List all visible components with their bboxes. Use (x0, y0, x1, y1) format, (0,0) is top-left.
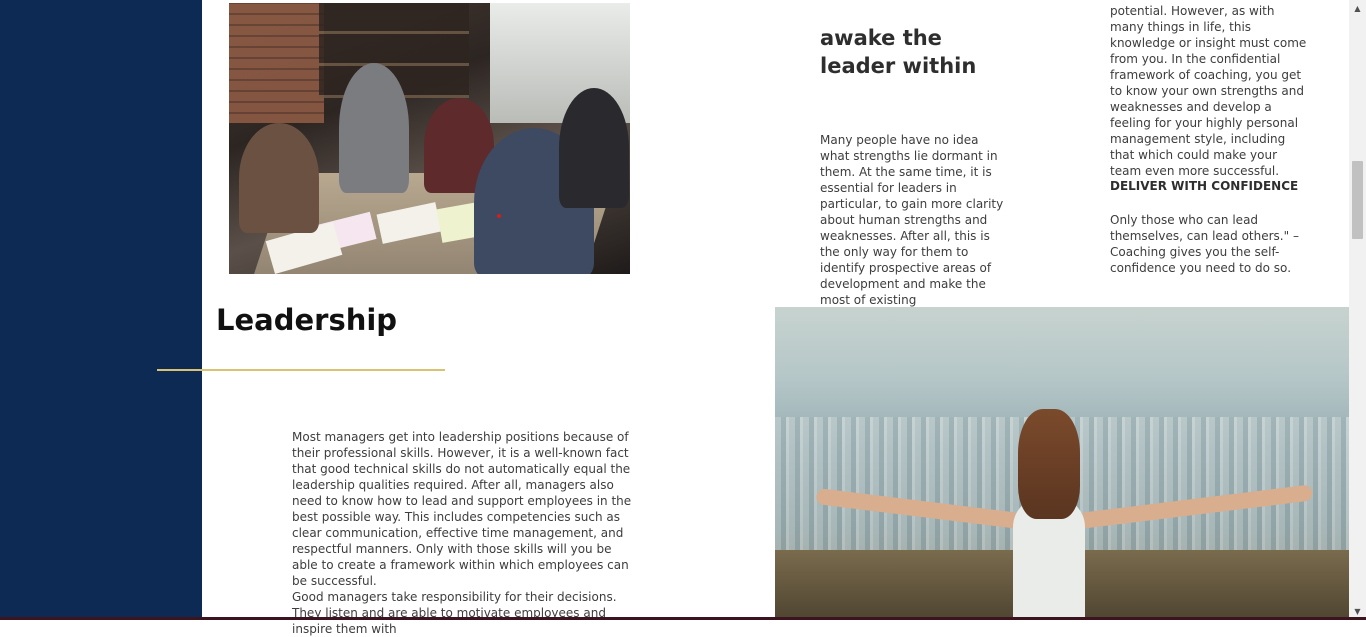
woman-city-view-photo (775, 307, 1349, 620)
leadership-heading: Leadership (216, 303, 398, 337)
vertical-scrollbar[interactable]: ▲ ▼ (1349, 0, 1366, 620)
lead-others-paragraph: Only those who can lead themselves, can … (1110, 213, 1299, 275)
potential-paragraph: potential. However, as with many things … (1110, 4, 1307, 178)
strengths-paragraph: Many people have no idea what strengths … (820, 133, 1004, 307)
good-managers-paragraph: Good managers take responsibility for th… (292, 590, 617, 636)
heading-divider (157, 369, 445, 371)
awake-leader-heading: awake the leader within (820, 26, 977, 78)
team-meeting-photo (229, 3, 630, 274)
left-sidebar-band (0, 0, 202, 620)
managers-paragraph: Most managers get into leadership positi… (292, 430, 632, 588)
deliver-confidence-heading: DELIVER WITH CONFIDENCE (1110, 179, 1299, 193)
scroll-thumb[interactable] (1352, 161, 1363, 239)
scroll-up-arrow-icon[interactable]: ▲ (1349, 0, 1366, 17)
